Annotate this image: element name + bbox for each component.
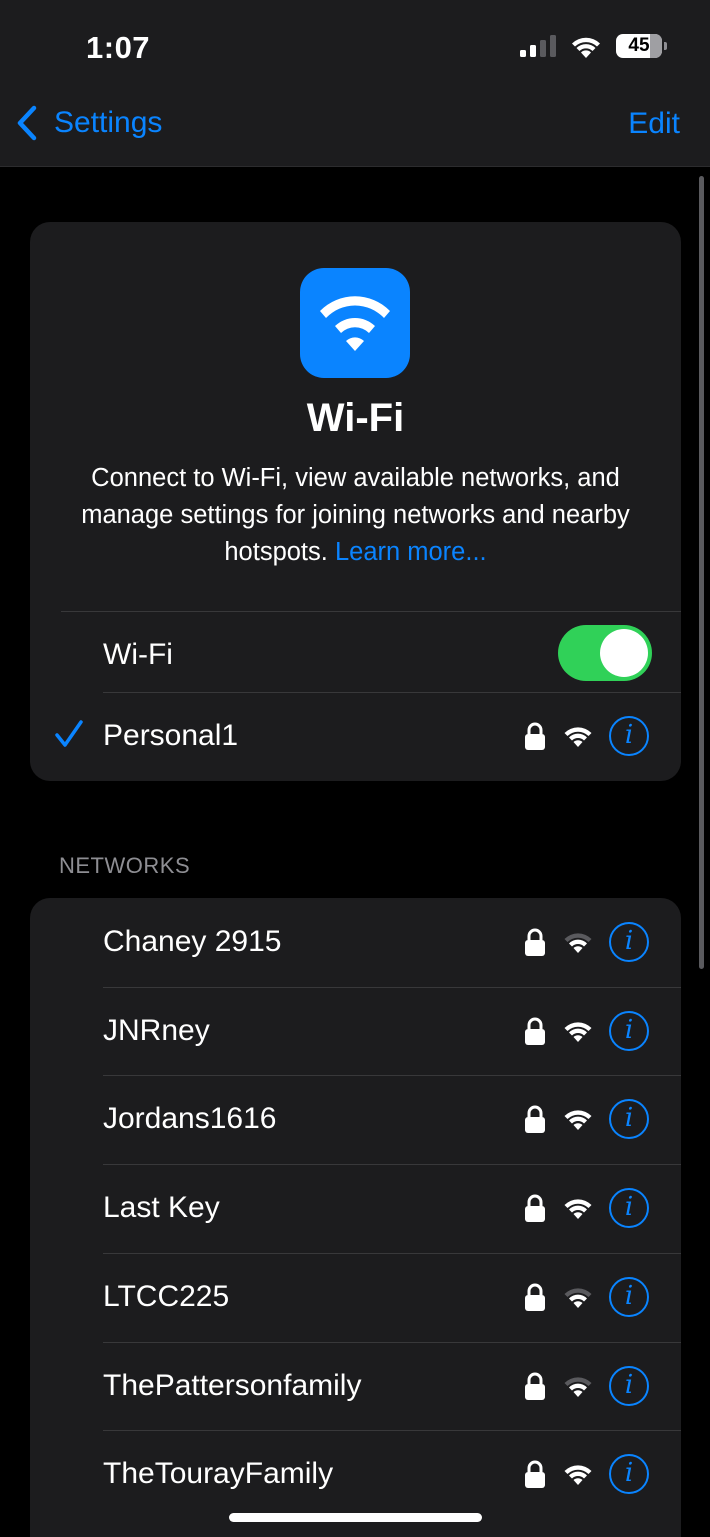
wifi-app-icon	[300, 268, 410, 378]
lock-icon	[525, 1105, 545, 1134]
wifi-signal-icon	[564, 1465, 592, 1486]
info-button[interactable]: i	[609, 1365, 649, 1406]
connected-network-name: Personal1	[103, 719, 239, 752]
info-button[interactable]: i	[609, 716, 649, 756]
network-row[interactable]: JNRney i	[30, 986, 681, 1075]
battery-indicator: 45	[616, 34, 667, 58]
info-button[interactable]: i	[609, 1454, 649, 1495]
wifi-header-card: Wi-Fi Connect to Wi-Fi, view available n…	[30, 222, 681, 781]
wifi-signal-icon	[564, 1199, 592, 1220]
status-bar: 1:07 45	[0, 0, 710, 95]
edit-button[interactable]: Edit	[628, 107, 680, 141]
wifi-icon	[320, 296, 390, 351]
checkmark-icon	[55, 720, 83, 747]
info-button[interactable]: i	[609, 1188, 649, 1229]
networks-section-header: NETWORKS	[59, 853, 191, 878]
connected-network-row[interactable]: Personal1 i	[30, 692, 681, 780]
lock-icon	[525, 1194, 545, 1223]
wifi-signal-icon	[564, 727, 592, 747]
network-row[interactable]: Last Key i	[30, 1164, 681, 1252]
wifi-toggle-row: Wi-Fi	[30, 611, 681, 699]
wifi-status-icon	[572, 37, 600, 58]
info-button[interactable]: i	[609, 1276, 649, 1317]
status-icons: 45	[520, 34, 667, 58]
toggle-knob	[600, 629, 648, 677]
lock-icon	[525, 1283, 545, 1311]
back-button-label: Settings	[54, 106, 163, 139]
info-button[interactable]: i	[609, 922, 649, 962]
wifi-toggle-label: Wi-Fi	[103, 638, 173, 671]
wifi-signal-icon	[564, 933, 592, 953]
wifi-signal-icon	[564, 1022, 592, 1042]
cellular-signal-icon	[520, 35, 556, 57]
back-button[interactable]: Settings	[14, 105, 162, 141]
wifi-toggle[interactable]	[558, 625, 652, 681]
network-name: ThePattersonfamily	[103, 1368, 362, 1402]
status-time: 1:07	[86, 30, 151, 65]
battery-level: 45	[628, 35, 650, 56]
navigation-bar: Settings Edit	[0, 95, 710, 167]
info-button[interactable]: i	[609, 1010, 649, 1051]
wifi-description: Connect to Wi-Fi, view available network…	[50, 460, 661, 571]
network-name: Jordans1616	[103, 1102, 277, 1136]
network-row[interactable]: ThePattersonfamily i	[30, 1341, 681, 1430]
network-name: JNRney	[103, 1013, 210, 1047]
wifi-signal-icon	[564, 1110, 592, 1131]
lock-icon	[525, 928, 545, 956]
lock-icon	[525, 1017, 545, 1045]
network-row[interactable]: LTCC225 i	[30, 1252, 681, 1341]
home-indicator[interactable]	[229, 1513, 482, 1522]
learn-more-link[interactable]: Learn more...	[335, 538, 487, 566]
lock-icon	[525, 722, 545, 750]
network-name: TheTourayFamily	[103, 1457, 334, 1491]
scrollbar[interactable]	[699, 176, 704, 969]
networks-list: Chaney 2915 i JNRney i Jordans1616 i Las…	[30, 898, 681, 1537]
wifi-signal-icon	[564, 1376, 592, 1397]
wifi-signal-icon	[564, 1288, 592, 1308]
lock-icon	[525, 1460, 545, 1489]
network-row[interactable]: Jordans1616 i	[30, 1075, 681, 1163]
lock-icon	[525, 1372, 545, 1400]
network-row[interactable]: TheTourayFamily i	[30, 1430, 681, 1518]
page-title: Wi-Fi	[306, 396, 405, 440]
info-button[interactable]: i	[609, 1099, 649, 1140]
network-row[interactable]: Chaney 2915 i	[30, 898, 681, 986]
chevron-left-icon	[17, 105, 37, 141]
network-name: LTCC225	[103, 1279, 230, 1313]
network-name: Chaney 2915	[103, 925, 282, 958]
network-name: Last Key	[103, 1191, 220, 1225]
